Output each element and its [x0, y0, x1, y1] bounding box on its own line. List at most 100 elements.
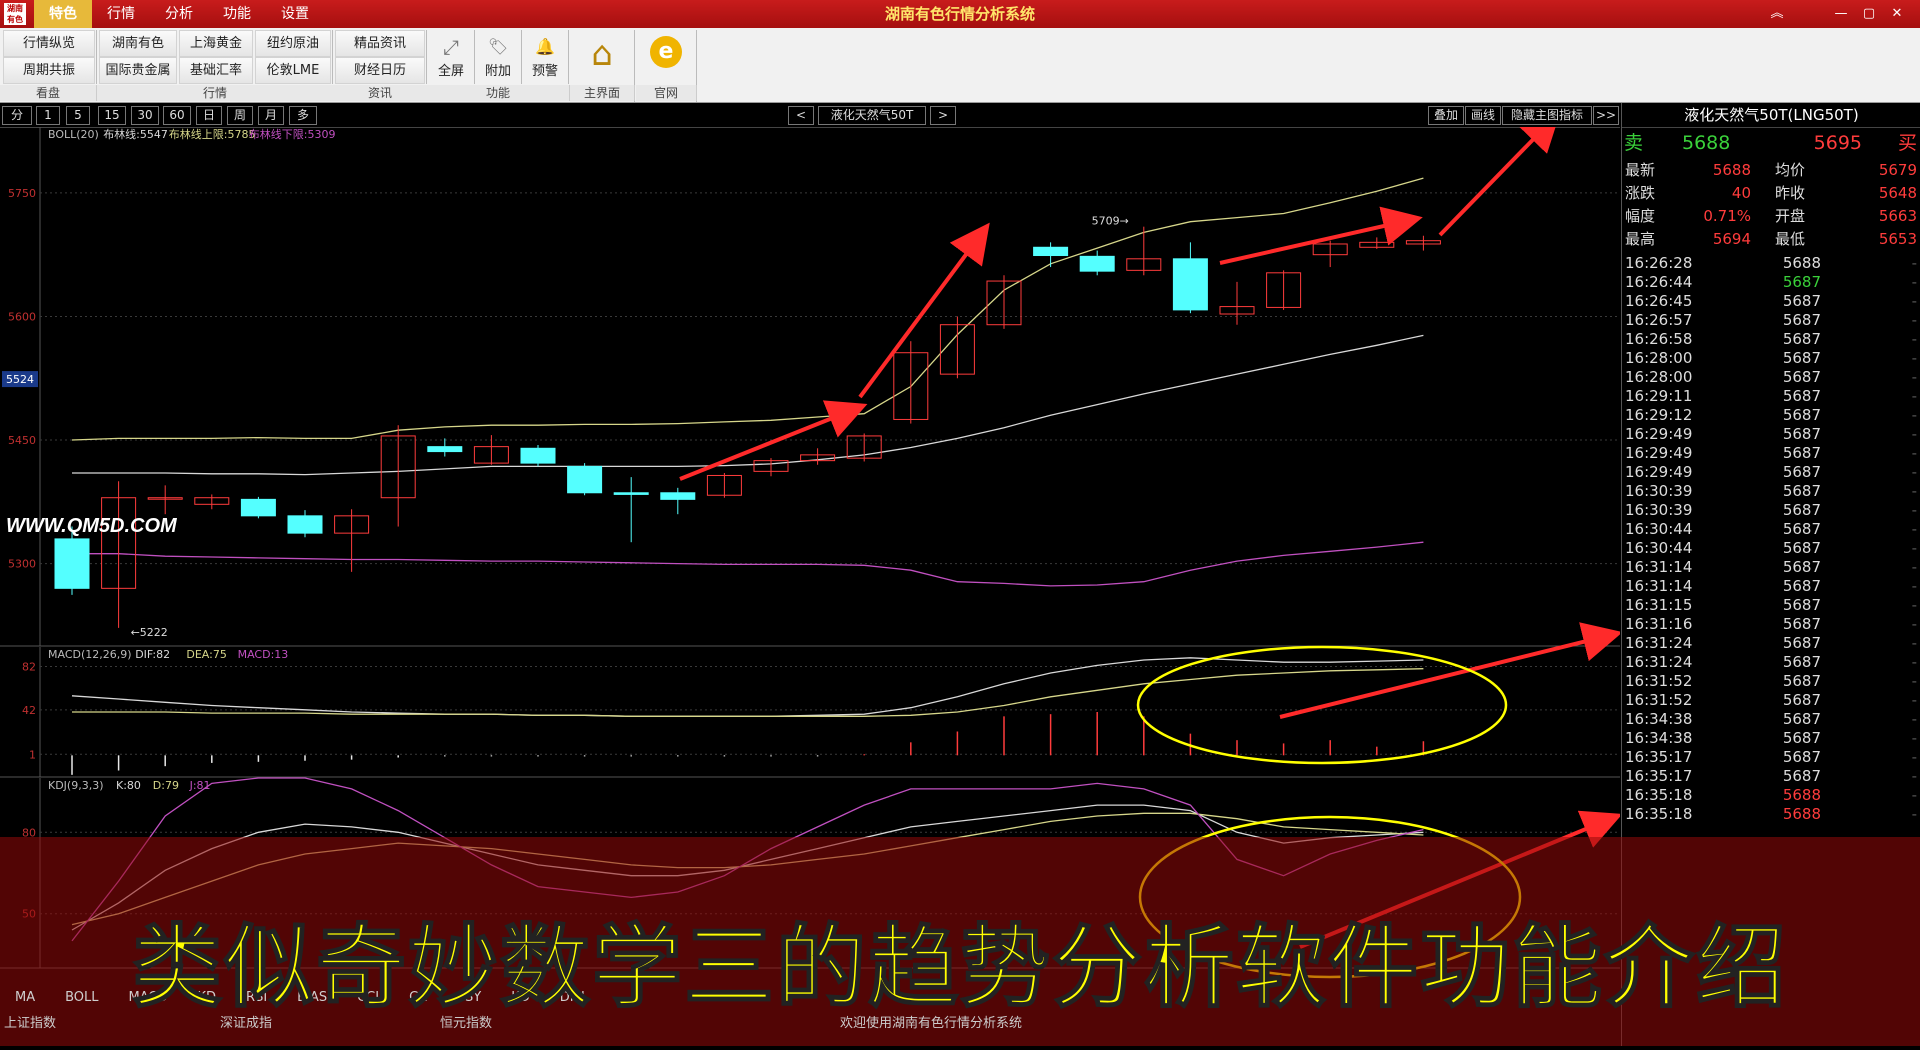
close-button[interactable]: ✕: [1884, 0, 1910, 28]
kdj-panel: 50 80 KDJ(9,3,3) K:80 D:79 J:81: [0, 777, 1620, 969]
stat-label: 最新: [1625, 161, 1656, 179]
tab-bias[interactable]: BIAS: [282, 987, 342, 1009]
period-week-button[interactable]: 周: [227, 106, 253, 125]
macd-dea-line: [72, 668, 1424, 717]
premium-news-button[interactable]: 精品资讯: [335, 30, 425, 57]
y-tick-label: 5450: [8, 434, 36, 447]
collapse-icon[interactable]: ︽: [1764, 0, 1790, 28]
tab-ma[interactable]: MA: [0, 987, 50, 1009]
tab-kd-2[interactable]: KD: [496, 987, 545, 1009]
hide-indicator-button[interactable]: 隐藏主图指标: [1502, 106, 1592, 125]
overview-button[interactable]: 行情纵览: [3, 30, 95, 57]
base-fx-button[interactable]: 基础汇率: [179, 57, 253, 84]
extreme-price-annotation: ←5222: [131, 626, 168, 639]
menu-item-quotes[interactable]: 行情: [92, 0, 150, 28]
hunan-metals-button[interactable]: 湖南有色: [99, 30, 177, 57]
tab-kd[interactable]: KD: [183, 987, 232, 1009]
menu-item-featured[interactable]: 特色: [34, 0, 92, 28]
menu-item-settings[interactable]: 设置: [266, 0, 324, 28]
red-arrow: [679, 400, 868, 481]
fullscreen-button[interactable]: ⤢ 全屏: [428, 30, 475, 84]
more-button[interactable]: >>: [1593, 106, 1619, 125]
sell-price[interactable]: 5688: [1682, 128, 1730, 158]
ny-crude-button[interactable]: 纽约原油: [255, 30, 331, 57]
period-month-button[interactable]: 月: [258, 106, 284, 125]
quote-panel: 液化天然气50T(LNG50T) 卖 5688 5695 买 最新 5688 均价 5…: [1621, 103, 1920, 1046]
main-menu: 特色 行情 分析 功能 设置: [34, 0, 324, 28]
bell-icon: 🔔: [535, 37, 555, 56]
candle-body: [1033, 246, 1069, 257]
stat-label: 昨收: [1775, 184, 1806, 202]
tab-dmi[interactable]: DMI: [545, 987, 600, 1009]
symbol-name-button[interactable]: 液化天然气50T: [818, 106, 926, 125]
legend-entry: MACD:13: [238, 648, 289, 661]
toolbar-group-label: 功能: [427, 85, 570, 101]
quote-title: 液化天然气50T(LNG50T): [1622, 103, 1920, 128]
red-arrow: [1438, 111, 1561, 237]
stat-value: 0.71%: [1703, 207, 1751, 225]
finance-calendar-button[interactable]: 财经日历: [335, 57, 425, 84]
toolbar-group-label: 看盘: [0, 85, 97, 101]
prev-symbol-button[interactable]: <: [788, 106, 814, 125]
period-5m-button[interactable]: 5: [66, 106, 90, 125]
toolbar-group-market: 湖南有色 国际贵金属 上海黄金 基础汇率 纽约原油 伦敦LME: [98, 30, 333, 84]
candle-body: [1172, 258, 1208, 311]
london-lme-button[interactable]: 伦敦LME: [255, 57, 331, 84]
period-60m-button[interactable]: 60: [163, 106, 191, 125]
y-tick-label: 5600: [8, 310, 36, 323]
legend-entry: DIF:82: [135, 648, 170, 661]
buy-price[interactable]: 5695: [1792, 128, 1862, 158]
status-index-sh: 上证指数: [4, 1016, 57, 1031]
period-tick-button[interactable]: 分: [2, 106, 32, 125]
tag-icon: 🏷: [487, 37, 509, 56]
status-index-sz: 深证成指: [220, 1016, 273, 1031]
indicator-title: MACD(12,26,9): [48, 648, 132, 661]
cycle-resonance-button[interactable]: 周期共振: [3, 57, 95, 84]
boll-upper-line: [71, 177, 1424, 441]
chart-area[interactable]: 5300 5450 5600 5750 BOLL(20) 布林线:5547 布林线上限:57…: [0, 111, 1623, 1046]
tab-cci[interactable]: CCI: [342, 987, 394, 1009]
period-1m-button[interactable]: 1: [36, 106, 60, 125]
intl-precious-metals-button[interactable]: 国际贵金属: [99, 57, 177, 84]
indicator-title: KDJ(9,3,3): [48, 779, 104, 792]
y-tick-label: 50: [22, 908, 36, 921]
maximize-button[interactable]: ▢: [1856, 0, 1882, 28]
stat-label: 均价: [1775, 161, 1806, 179]
boll-lower-line: [72, 541, 1424, 587]
menu-item-analysis[interactable]: 分析: [150, 0, 208, 28]
period-multi-button[interactable]: 多: [289, 106, 317, 125]
home-icon: ⌂: [591, 34, 613, 74]
toolbar-group-watch: 行情纵览 周期共振: [2, 30, 97, 84]
stat-value: 5694: [1712, 230, 1751, 248]
indicator-title: BOLL(20): [48, 128, 99, 141]
app-logo: 湖南有色: [4, 3, 26, 25]
tab-rsi[interactable]: RSI: [231, 987, 282, 1009]
next-symbol-button[interactable]: >: [930, 106, 956, 125]
period-15m-button[interactable]: 15: [98, 106, 126, 125]
draw-line-button[interactable]: 画线: [1465, 106, 1501, 125]
legend-entry: 布林线下限:5309: [249, 127, 336, 141]
candle-body: [287, 515, 323, 534]
shanghai-gold-button[interactable]: 上海黄金: [179, 30, 253, 57]
candle-body: [427, 446, 463, 453]
chart-canvas[interactable]: 5300 5450 5600 5750 BOLL(20) 布林线:5547 布林线上限:57…: [0, 111, 1623, 1046]
tab-psy[interactable]: PSY: [442, 987, 496, 1009]
kdj-j-line: [71, 777, 1424, 942]
y-tick-label: 5300: [8, 558, 36, 571]
legend-entry: 布林线上限:5785: [169, 127, 256, 141]
candle-body: [240, 498, 276, 517]
menu-item-functions[interactable]: 功能: [208, 0, 266, 28]
alert-button[interactable]: 🔔 预警: [522, 30, 569, 84]
overlay-button[interactable]: 叠加: [1428, 106, 1464, 125]
attach-button[interactable]: 🏷 附加: [475, 30, 522, 84]
period-day-button[interactable]: 日: [196, 106, 222, 125]
tab-cr[interactable]: CR: [394, 987, 442, 1009]
tab-macd[interactable]: MACD: [114, 987, 183, 1009]
period-30m-button[interactable]: 30: [131, 106, 159, 125]
stat-label: 涨跌: [1625, 184, 1656, 202]
stat-value: 5679: [1878, 161, 1917, 179]
annotation-layer: [679, 111, 1623, 979]
website-label: 官网: [636, 85, 697, 101]
tab-boll[interactable]: BOLL: [50, 987, 113, 1009]
minimize-button[interactable]: —: [1828, 0, 1854, 28]
